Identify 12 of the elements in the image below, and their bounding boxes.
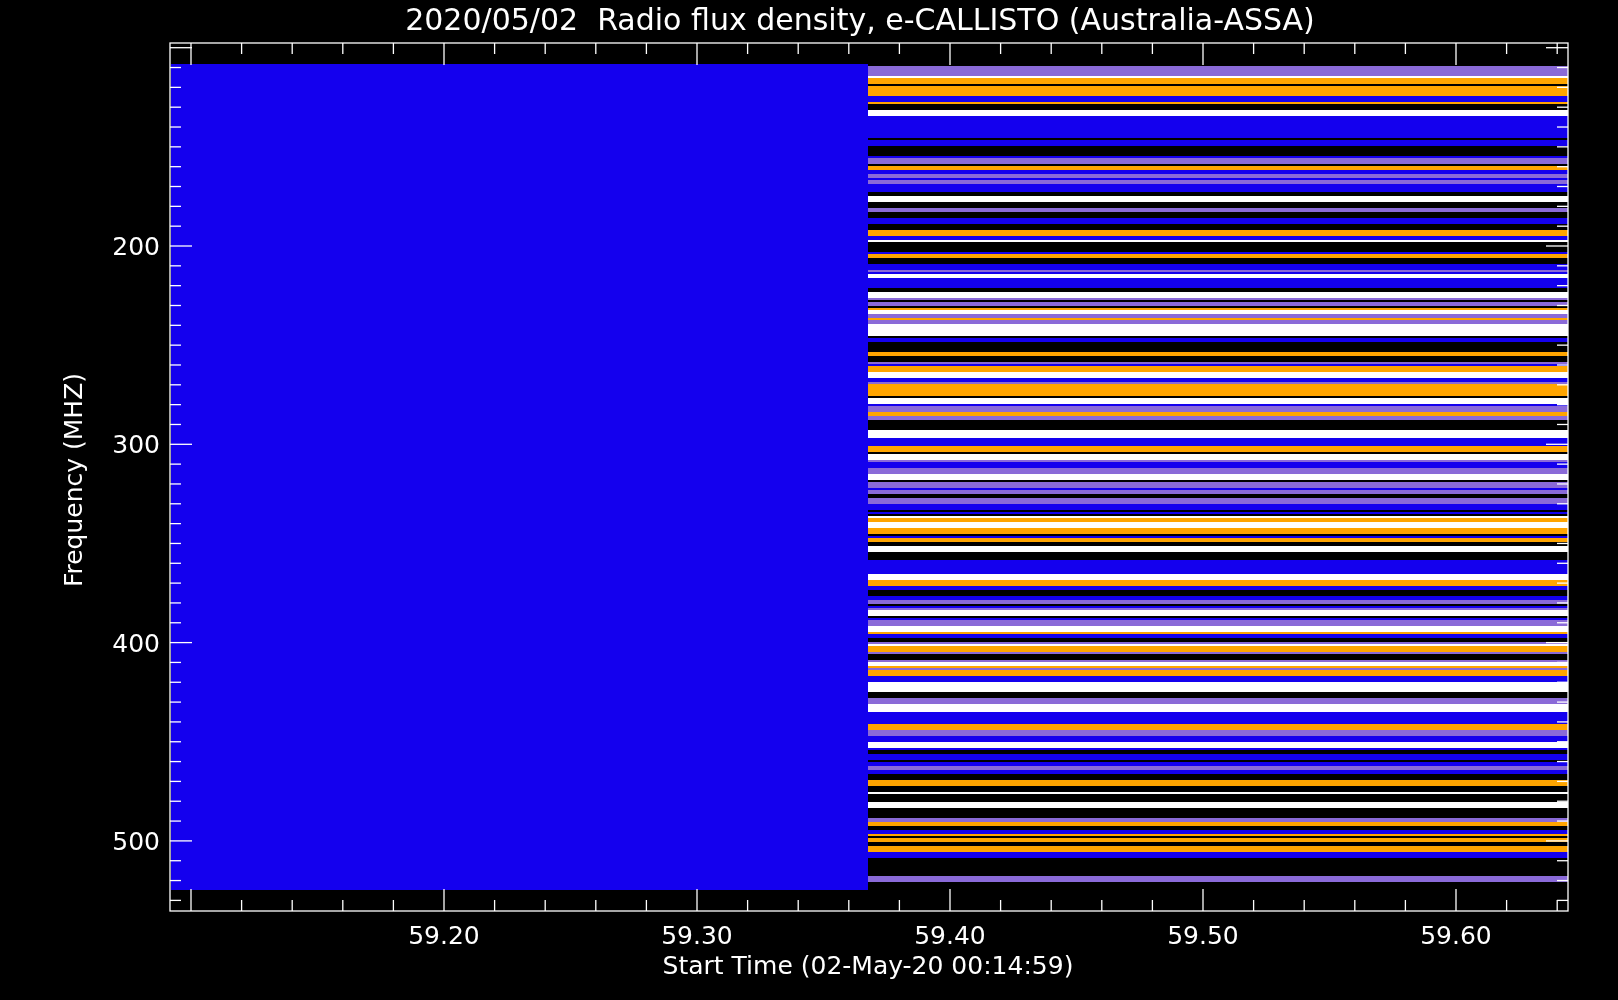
y-axis-label: Frequency (MHZ)	[59, 372, 88, 588]
y-tick-label: 300	[112, 430, 160, 460]
y-tick-label: 500	[112, 826, 160, 856]
x-tick-label: 59.40	[914, 921, 986, 950]
y-tick-label: 400	[112, 628, 160, 658]
x-tick-label: 59.60	[1420, 921, 1492, 950]
y-tick-label: 200	[112, 232, 160, 261]
x-tick-label: 59.30	[661, 921, 733, 950]
x-tick-label: 59.20	[408, 921, 480, 950]
chart-title: 2020/05/02 Radio flux density, e-CALLISTO (Australia-ASSA)	[405, 2, 1315, 37]
x-axis-label: Start Time (02-May-20 00:14:59)	[662, 951, 1074, 980]
x-tick-label: 59.50	[1167, 921, 1239, 950]
